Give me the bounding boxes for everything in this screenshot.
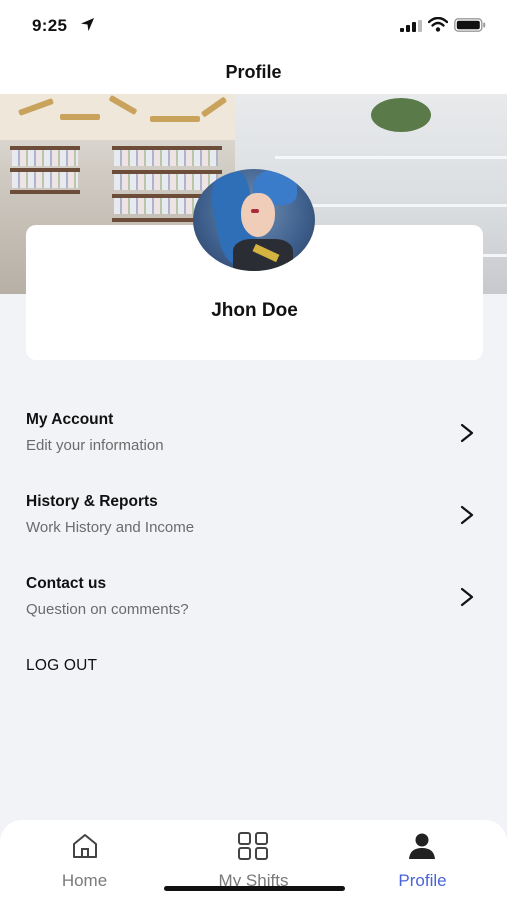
menu-item-title: My Account (26, 411, 114, 428)
home-indicator (164, 886, 345, 891)
cellular-signal-icon (400, 20, 422, 32)
menu-item-title: History & Reports (26, 493, 158, 510)
tab-label: Home (61, 871, 108, 890)
location-arrow-icon (80, 17, 95, 32)
tab-label: Profile (398, 871, 447, 890)
person-icon (409, 833, 435, 859)
store-sign (0, 94, 235, 140)
wifi-icon (428, 17, 448, 32)
nav-header: Profile (0, 52, 507, 94)
status-bar: 9:25 (0, 0, 507, 52)
menu-item-subtitle: Edit your information (26, 437, 164, 454)
menu-item-my-account[interactable]: My Account Edit your information (0, 411, 507, 471)
menu-item-contact-us[interactable]: Contact us Question on comments? (0, 575, 507, 635)
logout-button[interactable]: LOG OUT (26, 657, 97, 675)
tab-profile[interactable]: Profile (338, 820, 507, 900)
menu-item-history-reports[interactable]: History & Reports Work History and Incom… (0, 493, 507, 553)
menu-item-subtitle: Work History and Income (26, 519, 195, 536)
grid-icon (238, 832, 268, 860)
home-icon (73, 834, 97, 858)
chevron-right-icon (460, 505, 474, 525)
battery-icon (454, 18, 486, 32)
tab-home[interactable]: Home (0, 820, 169, 900)
status-time: 9:25 (32, 16, 68, 35)
menu-item-subtitle: Question on comments? (26, 601, 189, 618)
user-name: Jhon Doe (211, 300, 298, 321)
page-title: Profile (225, 62, 282, 82)
avatar[interactable] (193, 169, 315, 271)
menu-item-title: Contact us (26, 575, 107, 592)
chevron-right-icon (460, 587, 474, 607)
chevron-right-icon (460, 423, 474, 443)
